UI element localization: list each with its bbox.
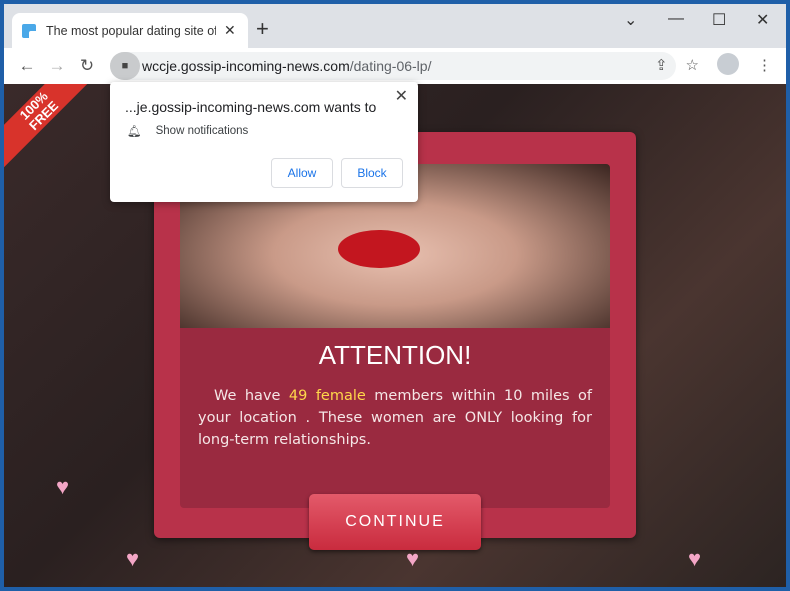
maximize-button[interactable]: ☐ (712, 10, 726, 30)
bookmark-star-icon[interactable]: ☆ (686, 56, 699, 75)
url-path: /dating-06-lp/ (349, 58, 432, 74)
popup-close-icon[interactable]: ✕ (395, 86, 408, 106)
allow-button[interactable]: Allow (271, 158, 333, 188)
heart-icon: ♥ (126, 546, 140, 571)
bell-icon: 🔔︎ (127, 126, 142, 138)
tab-search-icon[interactable]: ⌄ (624, 10, 637, 30)
url-text[interactable]: wccje.gossip-incoming-news.com/dating-06… (142, 58, 431, 74)
lock-icon[interactable]: ■ (110, 52, 140, 80)
lips-image (338, 230, 420, 268)
heart-icon: ♥ (688, 546, 702, 571)
tab-bar: The most popular dating site of the ✕ + … (4, 4, 786, 48)
forward-button[interactable]: → (42, 56, 72, 76)
browser-window: The most popular dating site of the ✕ + … (4, 4, 786, 587)
attention-message: We have 49 female members within 10 mile… (180, 385, 610, 451)
heart-icon: ♥ (56, 474, 70, 499)
minimize-button[interactable]: — (668, 10, 684, 28)
heart-icon: ♥ (406, 546, 420, 571)
active-tab[interactable]: The most popular dating site of the ✕ (12, 13, 248, 48)
tab-close-icon[interactable]: ✕ (224, 22, 236, 39)
address-bar[interactable]: ■ wccje.gossip-incoming-news.com/dating-… (110, 52, 676, 80)
new-tab-button[interactable]: + (256, 16, 269, 42)
notification-permission-popup: ...je.gossip-incoming-news.com wants to … (110, 82, 418, 202)
toolbar: ← → ↻ ■ wccje.gossip-incoming-news.com/d… (4, 48, 786, 84)
reload-button[interactable]: ↻ (72, 56, 102, 76)
site-favicon-icon (22, 23, 36, 38)
msg-highlight: 49 female (288, 388, 366, 404)
url-host: wccje.gossip-incoming-news.com (142, 58, 350, 74)
block-button[interactable]: Block (341, 158, 403, 188)
share-icon[interactable]: ⇪ (655, 56, 668, 75)
menu-kebab-icon[interactable]: ⋮ (757, 56, 772, 75)
tab-title: The most popular dating site of the (46, 23, 216, 38)
attention-heading: ATTENTION! (318, 340, 472, 370)
continue-button[interactable]: CONTINUE (309, 494, 481, 550)
msg-pre: We have (214, 388, 289, 404)
profile-avatar-icon[interactable] (717, 53, 739, 75)
free-ribbon: 100% FREE (4, 84, 117, 189)
close-window-button[interactable]: ✕ (756, 10, 769, 30)
ribbon-line2: FREE (26, 98, 62, 134)
popup-title: ...je.gossip-incoming-news.com wants to (125, 99, 377, 115)
permission-label: Show notifications (155, 125, 249, 137)
back-button[interactable]: ← (12, 56, 42, 76)
